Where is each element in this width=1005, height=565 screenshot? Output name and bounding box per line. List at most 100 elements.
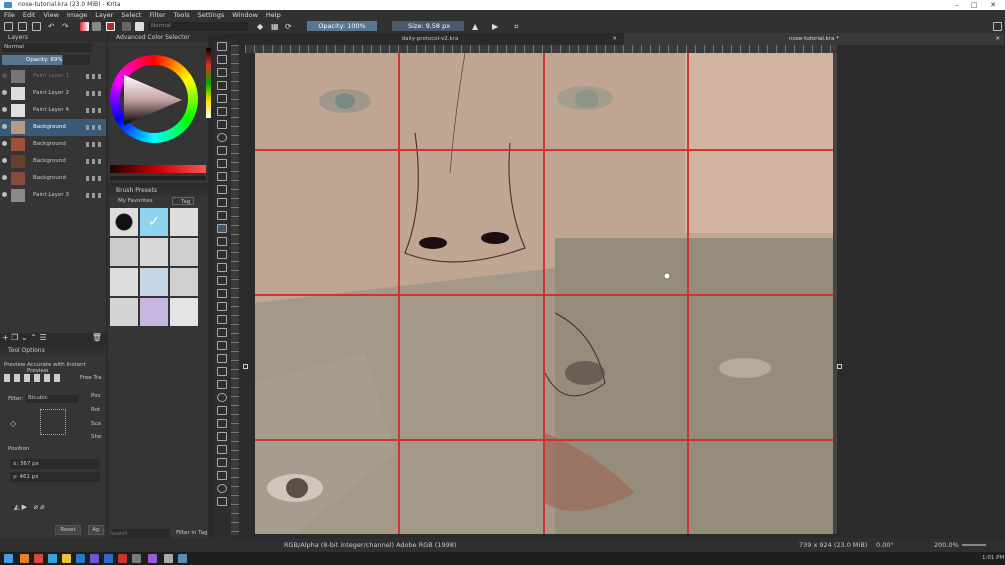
new-document-icon[interactable]	[4, 22, 13, 31]
menu-help[interactable]: Help	[262, 10, 285, 20]
menu-layer[interactable]: Layer	[91, 10, 117, 20]
edit-shapes-tool-icon[interactable]	[217, 68, 227, 77]
taskbar-app-icon[interactable]	[62, 554, 71, 563]
assistant-tool-icon[interactable]	[217, 341, 227, 350]
freehand-path-tool-icon[interactable]	[217, 185, 227, 194]
transform-tool-icon[interactable]	[217, 224, 227, 233]
filter-in-tag-checkbox[interactable]: Filter in Tag	[176, 530, 207, 536]
move-layer-down-icon[interactable]: ⌄	[21, 333, 28, 342]
zoom-tool-icon[interactable]	[217, 484, 227, 493]
magnetic-selection-tool-icon[interactable]	[217, 471, 227, 480]
reference-images-tool-icon[interactable]	[217, 367, 227, 376]
brush-editor-icon[interactable]	[135, 22, 144, 31]
mirror-vertical-icon[interactable]: ▶	[492, 22, 501, 31]
preserve-alpha-icon[interactable]: ▦	[271, 22, 280, 31]
taskbar-app-icon[interactable]	[34, 554, 43, 563]
brush-preset-item[interactable]	[170, 298, 198, 326]
menu-window[interactable]: Window	[228, 10, 262, 20]
eye-icon[interactable]	[2, 192, 7, 197]
move-anchor-icon[interactable]: ◇	[10, 419, 16, 428]
tab-close-icon[interactable]: ✕	[612, 33, 617, 45]
taskbar-app-icon[interactable]	[76, 554, 85, 563]
reset-button[interactable]: Reset	[55, 525, 81, 535]
fill-tool-icon[interactable]	[217, 315, 227, 324]
layer-lock-icon[interactable]	[86, 125, 102, 130]
layer-lock-icon[interactable]	[86, 159, 102, 164]
brush-preset-item[interactable]	[110, 268, 138, 296]
add-layer-icon[interactable]: +	[2, 333, 9, 342]
menu-edit[interactable]: Edit	[19, 10, 40, 20]
eye-icon[interactable]	[2, 158, 7, 163]
tag-dropdown[interactable]: Tag	[172, 197, 194, 205]
maximize-button[interactable]: □	[967, 0, 981, 10]
tab-close-icon[interactable]: ✕	[995, 33, 1000, 45]
zoom-label[interactable]: 200.0%	[934, 538, 959, 552]
menu-filter[interactable]: Filter	[145, 10, 169, 20]
layer-item-selected[interactable]: Background	[0, 119, 106, 136]
select-shapes-tool-icon[interactable]	[217, 42, 227, 51]
flip-icons[interactable]: ◭ ▶ ⌀ ⌀	[14, 503, 54, 511]
layer-lock-icon[interactable]	[86, 91, 102, 96]
polygonal-selection-tool-icon[interactable]	[217, 406, 227, 415]
rectangular-selection-tool-icon[interactable]	[217, 380, 227, 389]
layer-lock-icon[interactable]	[86, 193, 102, 198]
menu-settings[interactable]: Settings	[194, 10, 229, 20]
taskbar-app-icon[interactable]	[20, 554, 29, 563]
taskbar-app-icon[interactable]	[132, 554, 141, 563]
eye-icon[interactable]	[2, 124, 7, 129]
freehand-selection-tool-icon[interactable]	[217, 419, 227, 428]
workspace-icon[interactable]	[993, 22, 1002, 31]
minimize-button[interactable]: –	[950, 0, 964, 10]
menu-tools[interactable]: Tools	[170, 10, 194, 20]
pattern-selector-icon[interactable]	[92, 22, 101, 31]
filter-dropdown[interactable]: Bicubic	[26, 395, 78, 403]
taskbar-app-icon[interactable]	[178, 554, 187, 563]
text-tool-icon[interactable]	[217, 55, 227, 64]
brush-preset-item[interactable]	[170, 268, 198, 296]
brush-preset-item[interactable]	[140, 298, 168, 326]
brush-preset-item[interactable]	[140, 268, 168, 296]
brush-preset-item[interactable]	[170, 208, 198, 236]
blend-mode-dropdown[interactable]: Normal	[148, 22, 248, 31]
layer-item[interactable]: Paint Layer 4	[0, 102, 106, 119]
rotation-tab[interactable]: Rot	[91, 407, 100, 413]
enclose-fill-tool-icon[interactable]	[217, 328, 227, 337]
redo-icon[interactable]: ↷	[62, 22, 71, 31]
tab-daily-protocol[interactable]: daily-protocol-v2.kra ✕	[239, 33, 621, 45]
move-layer-up-icon[interactable]: ⌃	[30, 333, 37, 342]
freehand-brush-tool-icon[interactable]	[217, 94, 227, 103]
transform-handle-right[interactable]	[837, 364, 842, 369]
zoom-slider[interactable]	[962, 544, 986, 546]
layer-item[interactable]: Paint Layer 2	[0, 85, 106, 102]
apply-button[interactable]: Ap	[88, 525, 104, 535]
polygon-tool-icon[interactable]	[217, 146, 227, 155]
eraser-mode-icon[interactable]: ◆	[257, 22, 266, 31]
undo-icon[interactable]: ↶	[48, 22, 57, 31]
close-button[interactable]: ✕	[986, 0, 1000, 10]
brush-search-input[interactable]	[110, 529, 170, 538]
opacity-slider[interactable]: Opacity: 100%	[307, 21, 377, 31]
smart-patch-tool-icon[interactable]	[217, 302, 227, 311]
brush-size-slider[interactable]: Size: 9.58 px	[392, 21, 464, 31]
layer-lock-icon[interactable]	[86, 176, 102, 181]
move-tool-icon[interactable]	[217, 237, 227, 246]
color-picker-tool-icon[interactable]	[217, 276, 227, 285]
rectangle-tool-icon[interactable]	[217, 120, 227, 129]
shear-tab[interactable]: She	[91, 434, 101, 440]
colorize-mask-tool-icon[interactable]	[217, 289, 227, 298]
brush-preset-item[interactable]	[110, 208, 138, 236]
menu-image[interactable]: Image	[63, 10, 91, 20]
contiguous-selection-tool-icon[interactable]	[217, 432, 227, 441]
duplicate-layer-icon[interactable]: ❐	[11, 333, 18, 342]
taskbar-app-icon[interactable]	[90, 554, 99, 563]
taskbar-app-icon[interactable]	[164, 554, 173, 563]
pan-tool-icon[interactable]	[217, 497, 227, 506]
ellipse-tool-icon[interactable]	[217, 133, 227, 142]
layer-item[interactable]: Paint Layer 1	[0, 68, 106, 85]
canvas[interactable]	[255, 53, 833, 534]
taskbar-app-icon[interactable]	[104, 554, 113, 563]
eye-icon[interactable]	[2, 73, 7, 78]
brush-preset-item[interactable]	[140, 238, 168, 266]
reload-preset-icon[interactable]: ⟳	[285, 22, 294, 31]
eye-icon[interactable]	[2, 107, 7, 112]
